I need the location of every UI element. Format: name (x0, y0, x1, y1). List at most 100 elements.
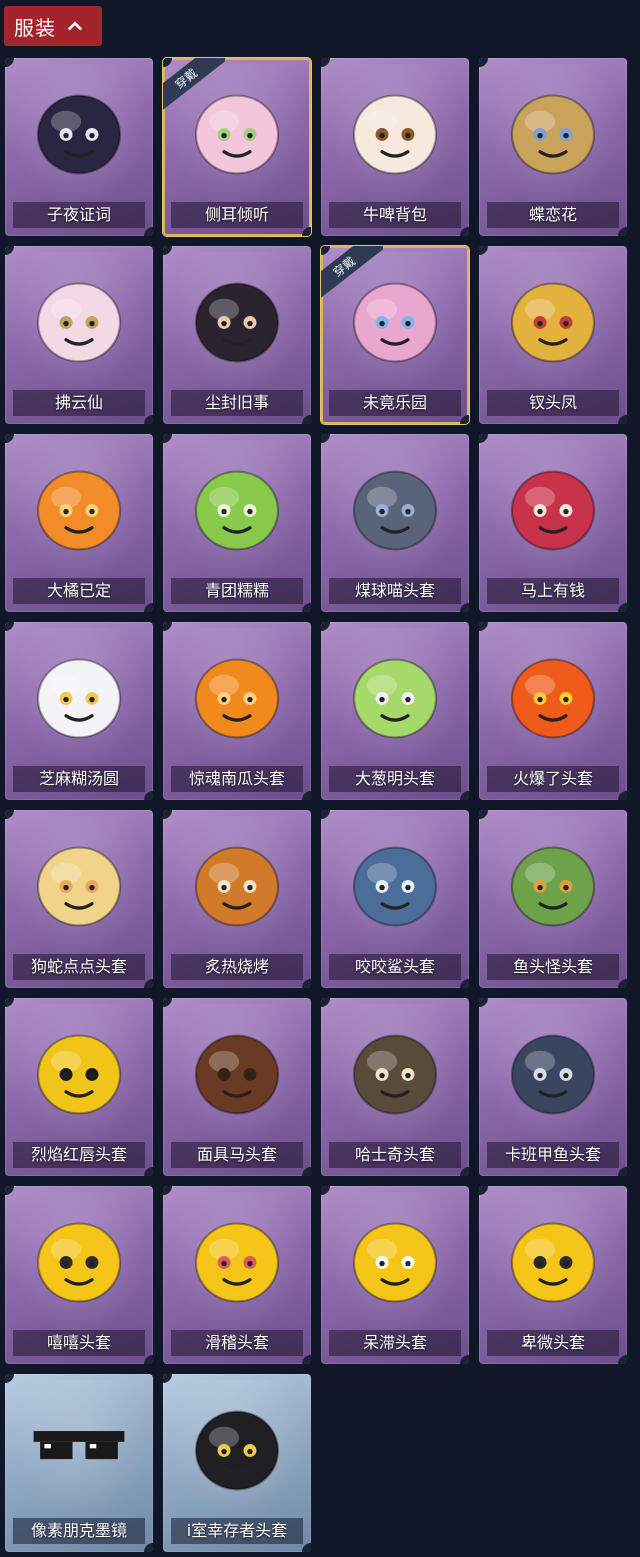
costume-card[interactable]: 青团糯糯 (163, 434, 311, 612)
costume-name: 牛啤背包 (329, 202, 461, 228)
grey-cat-head-icon (341, 450, 449, 558)
card-corner-notch (618, 1167, 627, 1176)
yellow-creature-sunglasses-icon (25, 1014, 133, 1122)
card-corner-notch (144, 791, 153, 800)
fish-head-icon (499, 826, 607, 934)
card-corner-notch (5, 998, 14, 1007)
costume-card[interactable]: 马上有钱 (479, 434, 627, 612)
card-corner-notch (460, 1355, 469, 1364)
card-corner-notch (302, 1355, 311, 1364)
costume-name: 大橘已定 (13, 578, 145, 604)
costume-card[interactable]: 哈士奇头套 (321, 998, 469, 1176)
card-corner-notch (302, 791, 311, 800)
grin-emoji-head-icon (25, 1202, 133, 1310)
card-corner-notch (163, 810, 172, 819)
costume-card[interactable]: 像素朋克墨镜 (5, 1374, 153, 1552)
gas-mask-helmet-icon (183, 1390, 291, 1498)
card-corner-notch (163, 622, 172, 631)
stare-emoji-head-icon (341, 1202, 449, 1310)
costume-name: 马上有钱 (487, 578, 619, 604)
costume-card[interactable]: 鱼头怪头套 (479, 810, 627, 988)
costume-card[interactable]: 呆滞头套 (321, 1186, 469, 1364)
cow-barrel-backpack-icon (341, 74, 449, 182)
timid-emoji-head-icon (499, 1202, 607, 1310)
costume-name: 卑微头套 (487, 1330, 619, 1356)
worn-badge-label: 穿戴 (321, 246, 383, 303)
costume-card[interactable]: 狗蛇点点头套 (5, 810, 153, 988)
card-corner-notch (163, 998, 172, 1007)
costume-card[interactable]: 尘封旧事 (163, 246, 311, 424)
costume-card[interactable]: 炙热烧烤 (163, 810, 311, 988)
costume-name: i室幸存者头套 (171, 1518, 303, 1544)
card-corner-notch (460, 603, 469, 612)
costume-card[interactable]: 大葱明头套 (321, 622, 469, 800)
pixel-sunglasses-icon (25, 1390, 133, 1498)
costume-card[interactable]: 火爆了头套 (479, 622, 627, 800)
category-toggle-costume[interactable]: 服装 (4, 6, 102, 46)
costume-name: 尘封旧事 (171, 390, 303, 416)
card-corner-notch (144, 1543, 153, 1552)
card-corner-notch (144, 1167, 153, 1176)
card-corner-notch (460, 1167, 469, 1176)
card-corner-notch (144, 227, 153, 236)
costume-card[interactable]: 蝶恋花 (479, 58, 627, 236)
card-corner-notch (5, 810, 14, 819)
costume-name: 鱼头怪头套 (487, 954, 619, 980)
worn-badge: 穿戴 (163, 58, 225, 120)
card-corner-notch (321, 58, 330, 67)
costume-card[interactable]: 芝麻糊汤圆 (5, 622, 153, 800)
bbq-meat-head-icon (183, 826, 291, 934)
costume-card[interactable]: 面具马头套 (163, 998, 311, 1176)
card-corner-notch (302, 227, 311, 236)
costume-card[interactable]: 滑稽头套 (163, 1186, 311, 1364)
costume-card[interactable]: 子夜证词 (5, 58, 153, 236)
scallion-head-icon (341, 638, 449, 746)
round-fish-head-icon (499, 1014, 607, 1122)
card-corner-notch (479, 810, 488, 819)
card-corner-notch (5, 58, 14, 67)
card-corner-notch (479, 246, 488, 255)
card-corner-notch (302, 979, 311, 988)
costume-name: 卡班甲鱼头套 (487, 1142, 619, 1168)
card-corner-notch (460, 791, 469, 800)
card-corner-notch (479, 622, 488, 631)
costume-card[interactable]: 咬咬鲨头套 (321, 810, 469, 988)
costume-card[interactable]: 惊魂南瓜头套 (163, 622, 311, 800)
card-corner-notch (618, 603, 627, 612)
costume-card[interactable]: 烈焰红唇头套 (5, 998, 153, 1176)
category-title: 服装 (14, 15, 56, 40)
card-corner-notch (163, 246, 172, 255)
costume-card[interactable]: 牛啤背包 (321, 58, 469, 236)
card-corner-notch (460, 979, 469, 988)
card-corner-notch (321, 998, 330, 1007)
card-corner-notch (302, 1543, 311, 1552)
husky-sunglasses-icon (341, 1014, 449, 1122)
smirk-emoji-head-icon (183, 1202, 291, 1310)
card-corner-notch (618, 227, 627, 236)
costume-card[interactable]: i室幸存者头套 (163, 1374, 311, 1552)
card-corner-notch (479, 434, 488, 443)
costume-name: 惊魂南瓜头套 (171, 766, 303, 792)
fire-head-icon (499, 638, 607, 746)
costume-card[interactable]: 拂云仙 (5, 246, 153, 424)
card-corner-notch (321, 810, 330, 819)
costume-name: 像素朋克墨镜 (13, 1518, 145, 1544)
costume-card[interactable]: 钗头凤 (479, 246, 627, 424)
card-corner-notch (144, 603, 153, 612)
costume-card[interactable]: 大橘已定 (5, 434, 153, 612)
chevron-up-icon (68, 21, 82, 31)
costume-card[interactable]: 煤球喵头套 (321, 434, 469, 612)
costume-card[interactable]: 卑微头套 (479, 1186, 627, 1364)
costume-name: 嘻嘻头套 (13, 1330, 145, 1356)
costume-card[interactable]: 卡班甲鱼头套 (479, 998, 627, 1176)
card-corner-notch (321, 434, 330, 443)
costume-card[interactable]: 穿戴 未竟乐园 (321, 246, 469, 424)
costume-card[interactable]: 嘻嘻头套 (5, 1186, 153, 1364)
costume-name: 拂云仙 (13, 390, 145, 416)
costume-card[interactable]: 穿戴 侧耳倾听 (163, 58, 311, 236)
costume-name: 火爆了头套 (487, 766, 619, 792)
pumpkin-head-icon (183, 638, 291, 746)
phoenix-crown-doll-icon (499, 262, 607, 370)
card-corner-notch (5, 1374, 14, 1383)
butterfly-bell-icon (499, 74, 607, 182)
